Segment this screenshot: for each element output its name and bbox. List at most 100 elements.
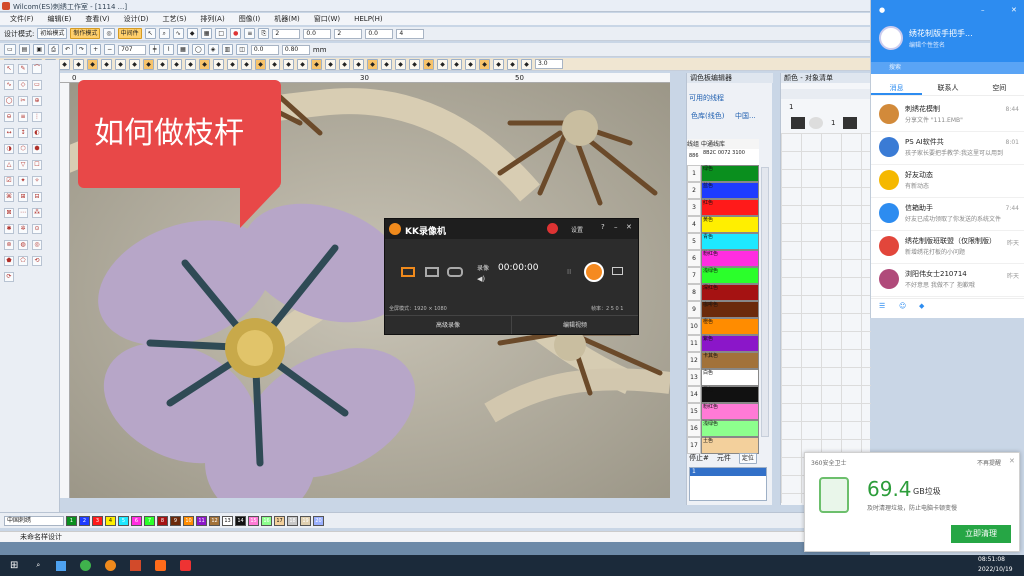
stitch-tool-icon[interactable]: ◆ (101, 58, 112, 70)
palette-swatch[interactable]: 9 (170, 515, 181, 526)
color-row[interactable]: 13 白色 (687, 369, 759, 386)
color-swatch[interactable]: 卡其色 (701, 352, 759, 369)
stitch-tool-icon[interactable]: ◆ (185, 58, 196, 70)
palette-swatch[interactable]: 18 (287, 515, 298, 526)
clean-now-button[interactable]: 立即清理 (951, 525, 1011, 543)
palette-swatch[interactable]: 13 (222, 515, 233, 526)
middle-button[interactable]: 中间件 (117, 28, 142, 39)
stitch-tool-icon[interactable]: ◆ (73, 58, 84, 70)
qq-chat-item[interactable]: 绣花制版班联盟（仅限制版） 新增绣花打板的小问题 昨天 (871, 230, 1024, 264)
color-swatch[interactable]: 土色 (701, 437, 759, 454)
locate-button[interactable]: 定位 (738, 453, 757, 464)
stitch-tool-icon[interactable]: ◆ (213, 58, 224, 70)
tool-icon[interactable]: ◍ (18, 240, 28, 250)
color-swatch[interactable]: 青色 (701, 233, 759, 250)
undo-icon[interactable]: ↶ (62, 44, 74, 55)
stitch-tool-icon[interactable]: ◆ (311, 58, 322, 70)
palette-swatch[interactable]: 17 (274, 515, 285, 526)
field-4[interactable]: 2 (334, 28, 363, 39)
color-swatch[interactable]: 蓝色 (701, 182, 759, 199)
stop-list[interactable]: 1 (689, 467, 767, 501)
fire-task-icon[interactable] (155, 560, 167, 571)
game-mode-icon[interactable] (447, 267, 463, 277)
tool-icon[interactable]: ☐ (32, 160, 42, 170)
start-icon[interactable]: ⊞ (10, 560, 18, 571)
redo-icon[interactable]: ↷ (76, 44, 88, 55)
stitch-tool-icon[interactable]: ◆ (297, 58, 308, 70)
tool-icon[interactable]: ⊙ (32, 224, 42, 234)
palette-tab-1[interactable]: 色库(线色) (691, 111, 724, 121)
qq-contact-icon[interactable]: ☺ (899, 302, 906, 310)
grid-view-icon[interactable]: ▦ (177, 44, 189, 55)
record-button[interactable] (584, 262, 604, 282)
color-swatch[interactable]: 绿色 (701, 165, 759, 182)
stitch-tool-icon[interactable]: ◆ (129, 58, 140, 70)
qq-tab-contacts[interactable]: 联系人 (922, 80, 973, 95)
stitch-tool-icon[interactable]: ◆ (269, 58, 280, 70)
tool-icon[interactable]: ⬡ (18, 144, 28, 154)
color-row[interactable]: 11 紫色 (687, 335, 759, 352)
print-icon[interactable]: ⎙ (48, 44, 60, 55)
tool-icon[interactable]: ⊖ (4, 112, 14, 122)
tool-icon[interactable]: ⊟ (32, 192, 42, 202)
clock-time[interactable]: 08:51:08 (978, 556, 1005, 563)
zoom-out-icon[interactable]: − (104, 44, 116, 55)
app-task-icon[interactable] (180, 560, 192, 571)
clock-date[interactable]: 2022/10/19 (978, 566, 1013, 573)
sequence-thumb-1[interactable] (791, 117, 805, 129)
stitch-tool-icon[interactable]: ◆ (199, 58, 210, 70)
stop-icon[interactable]: ● (230, 28, 242, 39)
open-icon[interactable]: ▤ (18, 44, 31, 55)
stitch-tool-icon[interactable]: ◆ (507, 58, 518, 70)
kk-avatar-icon[interactable] (547, 223, 558, 234)
stitch-tool-icon[interactable]: ◆ (423, 58, 434, 70)
stitch-tool-icon[interactable]: ◆ (143, 58, 154, 70)
tool-icon[interactable]: ⊞ (18, 192, 28, 202)
security-dismiss[interactable]: 不再提醒 (977, 458, 1001, 467)
pointer-icon[interactable]: ↖ (144, 28, 156, 39)
edit-video-button[interactable]: 编辑视频 (512, 316, 638, 334)
tool-icon[interactable]: ⬠ (18, 256, 28, 266)
sequence-thumb-3[interactable] (843, 117, 857, 129)
menu-item[interactable]: HELP(H) (354, 15, 383, 23)
palette-swatch[interactable]: 3 (92, 515, 103, 526)
color-row[interactable]: 4 黄色 (687, 216, 759, 233)
palette-swatch[interactable]: 6 (131, 515, 142, 526)
tool-icon[interactable]: ≡ (18, 112, 28, 122)
stitch-value-field[interactable]: 3.0 (535, 59, 563, 69)
save-icon[interactable]: ▣ (33, 44, 46, 55)
tool-icon[interactable]: ⊕ (32, 96, 42, 106)
menu-item[interactable]: 文件(F) (10, 14, 34, 24)
stitch-tool-icon[interactable]: ◆ (255, 58, 266, 70)
zoom-field[interactable]: 707 (118, 44, 147, 55)
tool-icon[interactable]: ✦ (18, 176, 28, 186)
shape-tool-icon[interactable]: ◆ (186, 28, 198, 39)
color-row[interactable]: 6 粉红色 (687, 250, 759, 267)
layer-icon[interactable]: ◫ (236, 44, 248, 55)
color-row[interactable]: 2 蓝色 (687, 182, 759, 199)
tool-icon[interactable]: ✧ (32, 176, 42, 186)
palette-scrollbar[interactable] (761, 167, 769, 437)
stop-list-item[interactable]: 1 (690, 468, 766, 476)
qq-tab-messages[interactable]: 消息 (871, 80, 923, 95)
qq-menu-icon[interactable]: ☰ (879, 302, 885, 310)
stitch-tool-icon[interactable]: ◆ (115, 58, 126, 70)
wilcom-task-icon[interactable] (130, 560, 142, 571)
qq-chat-item[interactable]: 刺绣花模制 分享文件 "111.EMB" 8:44 (871, 98, 1024, 132)
menu-item[interactable]: 窗口(W) (314, 14, 340, 24)
tool-icon[interactable]: ✎ (18, 64, 28, 74)
tool-icon[interactable]: ☑ (4, 176, 14, 186)
stitch-tool-icon[interactable]: ◆ (87, 58, 98, 70)
palette-swatch[interactable]: 8 (157, 515, 168, 526)
stitch-tool-icon[interactable]: ◆ (395, 58, 406, 70)
field-2[interactable]: 0.0 (303, 28, 332, 39)
color-row[interactable]: 16 浅绿色 (687, 420, 759, 437)
color-row[interactable]: 12 卡其色 (687, 352, 759, 369)
zoom-in-icon[interactable]: + (90, 44, 102, 55)
window-mode-icon[interactable] (425, 267, 439, 277)
stitch-tool-icon[interactable]: ◆ (325, 58, 336, 70)
color-row[interactable]: 15 粉红色 (687, 403, 759, 420)
color-row[interactable]: 10 橙色 (687, 318, 759, 335)
palette-swatch[interactable]: 19 (300, 515, 311, 526)
color-swatch[interactable]: 红色 (701, 199, 759, 216)
